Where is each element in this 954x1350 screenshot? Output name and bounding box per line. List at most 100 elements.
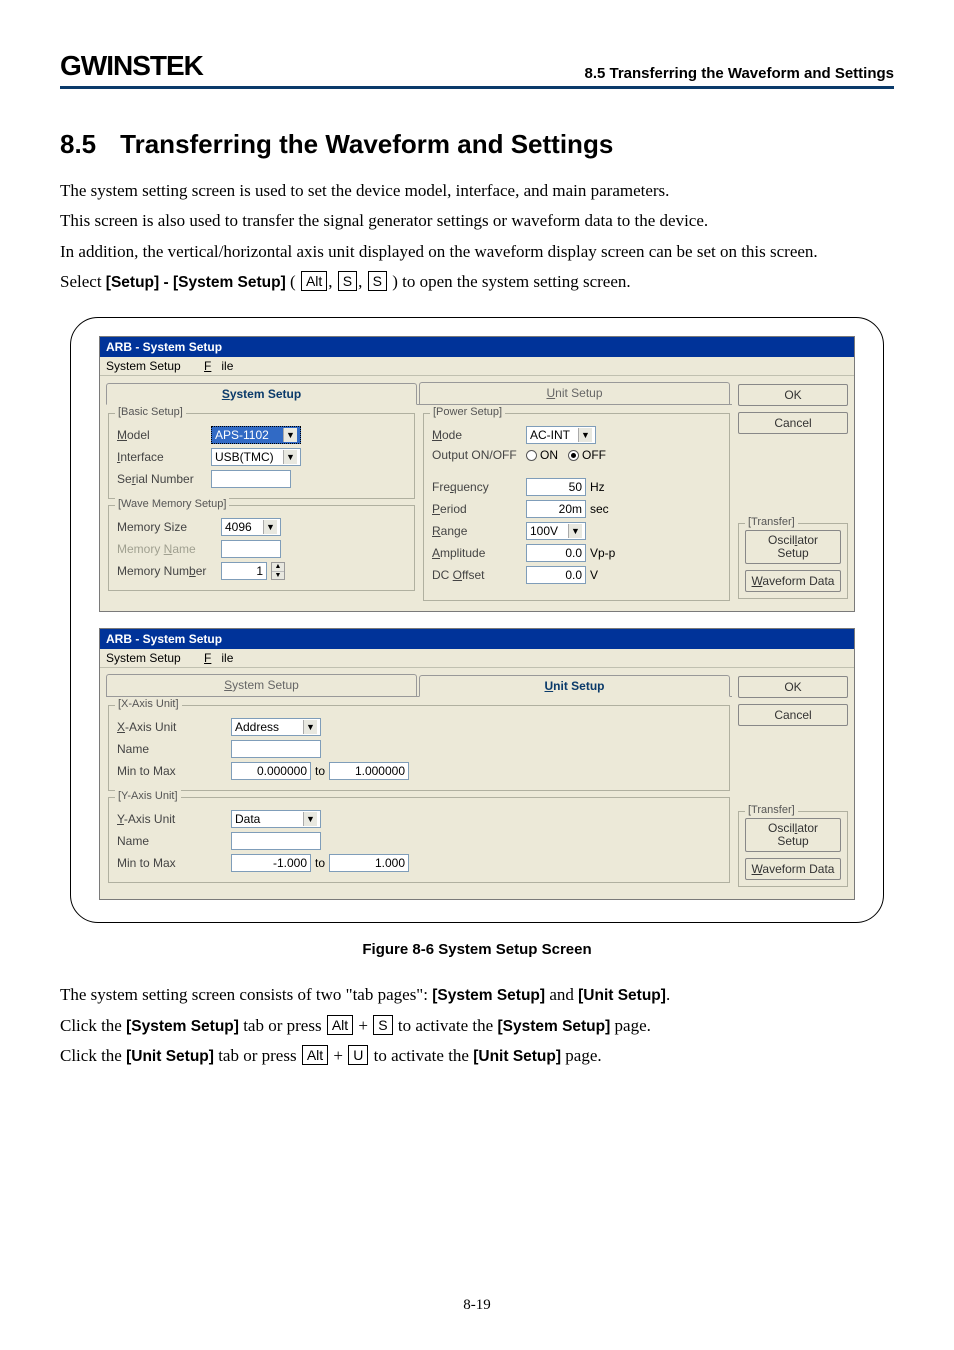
wave-memory-group: [Wave Memory Setup] Memory Size 4096▼ Me… [108, 505, 415, 591]
tab-unit-setup[interactable]: Unit Setup [419, 382, 730, 404]
serial-label: Serial Number [117, 472, 207, 486]
waveform-data-button[interactable]: Waveform Data [745, 858, 841, 880]
cancel-button[interactable]: Cancel [738, 704, 848, 726]
vpp-unit: Vp-p [590, 546, 615, 560]
key-u: U [348, 1045, 368, 1065]
y-axis-unit-combo[interactable]: Data▼ [231, 810, 321, 828]
tab-system-setup[interactable]: System Setup [106, 383, 417, 405]
y-min-input[interactable]: -1.000 [231, 854, 311, 872]
chevron-down-icon: ▼ [263, 520, 277, 534]
memory-size-label: Memory Size [117, 520, 217, 534]
interface-combo[interactable]: USB(TMC)▼ [211, 448, 301, 466]
chevron-down-icon: ▼ [303, 720, 317, 734]
basic-setup-group: [Basic Setup] Model APS-1102▼ Interface … [108, 413, 415, 499]
x-name-label: Name [117, 742, 227, 756]
system-setup-dialog: ARB - System Setup System Setup File Sys… [99, 336, 855, 612]
key-alt: Alt [302, 1045, 328, 1065]
key-s: S [338, 271, 357, 291]
period-input[interactable]: 20m [526, 500, 586, 518]
y-max-input[interactable]: 1.000 [329, 854, 409, 872]
key-alt: Alt [327, 1015, 353, 1035]
to-label: to [315, 764, 325, 778]
page-number: 8-19 [0, 1297, 954, 1314]
y-name-input[interactable] [231, 832, 321, 850]
memory-size-combo[interactable]: 4096▼ [221, 518, 281, 536]
frequency-input[interactable]: 50 [526, 478, 586, 496]
model-label: Model [117, 428, 207, 442]
power-setup-group: [Power Setup] Mode AC-INT▼ Output ON/OFF… [423, 413, 730, 601]
menu-system-setup[interactable]: System Setup [106, 359, 191, 373]
memory-number-spinner[interactable]: ▲▼ [271, 562, 285, 580]
x-minmax-label: Min to Max [117, 764, 227, 778]
key-s: S [373, 1015, 392, 1035]
oscillator-setup-button[interactable]: OscillatorSetup [745, 530, 841, 564]
figure-container: ARB - System Setup System Setup File Sys… [70, 317, 884, 923]
sec-unit: sec [590, 502, 609, 516]
cancel-button[interactable]: Cancel [738, 412, 848, 434]
transfer-group: [Transfer] OscillatorSetup Waveform Data [738, 811, 848, 887]
paragraph: Click the [Unit Setup] tab or press Alt … [60, 1043, 894, 1069]
paragraph: This screen is also used to transfer the… [60, 208, 894, 234]
page-header: GWINSTEK 8.5 Transferring the Waveform a… [60, 50, 894, 89]
x-axis-unit-label: X-Axis Unit [117, 720, 227, 734]
x-name-input[interactable] [231, 740, 321, 758]
section-title: Transferring the Waveform and Settings [120, 129, 613, 159]
tab-system-setup[interactable]: System Setup [106, 674, 417, 696]
menu-system-setup[interactable]: System Setup [106, 651, 191, 665]
menu-file[interactable]: File [204, 359, 233, 373]
dialog-menubar: System Setup File [100, 649, 854, 668]
chevron-down-icon: ▼ [568, 524, 582, 538]
output-off-radio[interactable]: OFF [568, 448, 606, 462]
y-axis-unit-group: [Y-Axis Unit] Y-Axis Unit Data▼ Name Min… [108, 797, 730, 883]
tab-unit-setup[interactable]: Unit Setup [419, 675, 730, 697]
ok-button[interactable]: OK [738, 384, 848, 406]
x-min-input[interactable]: 0.000000 [231, 762, 311, 780]
output-on-radio[interactable]: ON [526, 448, 558, 462]
period-label: Period [432, 502, 522, 516]
interface-label: Interface [117, 450, 207, 464]
to-label: to [315, 856, 325, 870]
unit-setup-dialog: ARB - System Setup System Setup File Sys… [99, 628, 855, 900]
memory-name-label: Memory Name [117, 542, 217, 556]
serial-input[interactable] [211, 470, 291, 488]
chevron-down-icon: ▼ [283, 450, 297, 464]
brand-logo: GWINSTEK [60, 50, 203, 82]
figure-caption: Figure 8-6 System Setup Screen [60, 941, 894, 958]
dc-offset-input[interactable]: 0.0 [526, 566, 586, 584]
range-combo[interactable]: 100V▼ [526, 522, 586, 540]
spin-down-icon: ▼ [272, 572, 284, 580]
output-label: Output ON/OFF [432, 448, 522, 462]
key-s: S [368, 271, 387, 291]
dialog-titlebar: ARB - System Setup [100, 337, 854, 357]
memory-number-input[interactable]: 1 [221, 562, 267, 580]
paragraph: Select [Setup] - [System Setup] ( Alt, S… [60, 269, 894, 295]
header-section-ref: 8.5 Transferring the Waveform and Settin… [584, 65, 894, 82]
chevron-down-icon: ▼ [283, 428, 297, 442]
menu-file[interactable]: File [204, 651, 233, 665]
y-minmax-label: Min to Max [117, 856, 227, 870]
spin-up-icon: ▲ [272, 563, 284, 572]
dialog-titlebar: ARB - System Setup [100, 629, 854, 649]
v-unit: V [590, 568, 598, 582]
y-axis-unit-label: Y-Axis Unit [117, 812, 227, 826]
amplitude-label: Amplitude [432, 546, 522, 560]
dialog-menubar: System Setup File [100, 357, 854, 376]
memory-name-input[interactable] [221, 540, 281, 558]
x-max-input[interactable]: 1.000000 [329, 762, 409, 780]
memory-number-label: Memory Number [117, 564, 217, 578]
paragraph: Click the [System Setup] tab or press Al… [60, 1013, 894, 1039]
oscillator-setup-button[interactable]: OscillatorSetup [745, 818, 841, 852]
paragraph: The system setting screen consists of tw… [60, 982, 894, 1008]
mode-combo[interactable]: AC-INT▼ [526, 426, 596, 444]
y-name-label: Name [117, 834, 227, 848]
ok-button[interactable]: OK [738, 676, 848, 698]
waveform-data-button[interactable]: Waveform Data [745, 570, 841, 592]
x-axis-unit-combo[interactable]: Address▼ [231, 718, 321, 736]
paragraph: The system setting screen is used to set… [60, 178, 894, 204]
amplitude-input[interactable]: 0.0 [526, 544, 586, 562]
x-axis-unit-group: [X-Axis Unit] X-Axis Unit Address▼ Name … [108, 705, 730, 791]
range-label: Range [432, 524, 522, 538]
model-combo[interactable]: APS-1102▼ [211, 426, 301, 444]
chevron-down-icon: ▼ [303, 812, 317, 826]
tabstrip: System Setup Unit Setup [106, 382, 732, 405]
